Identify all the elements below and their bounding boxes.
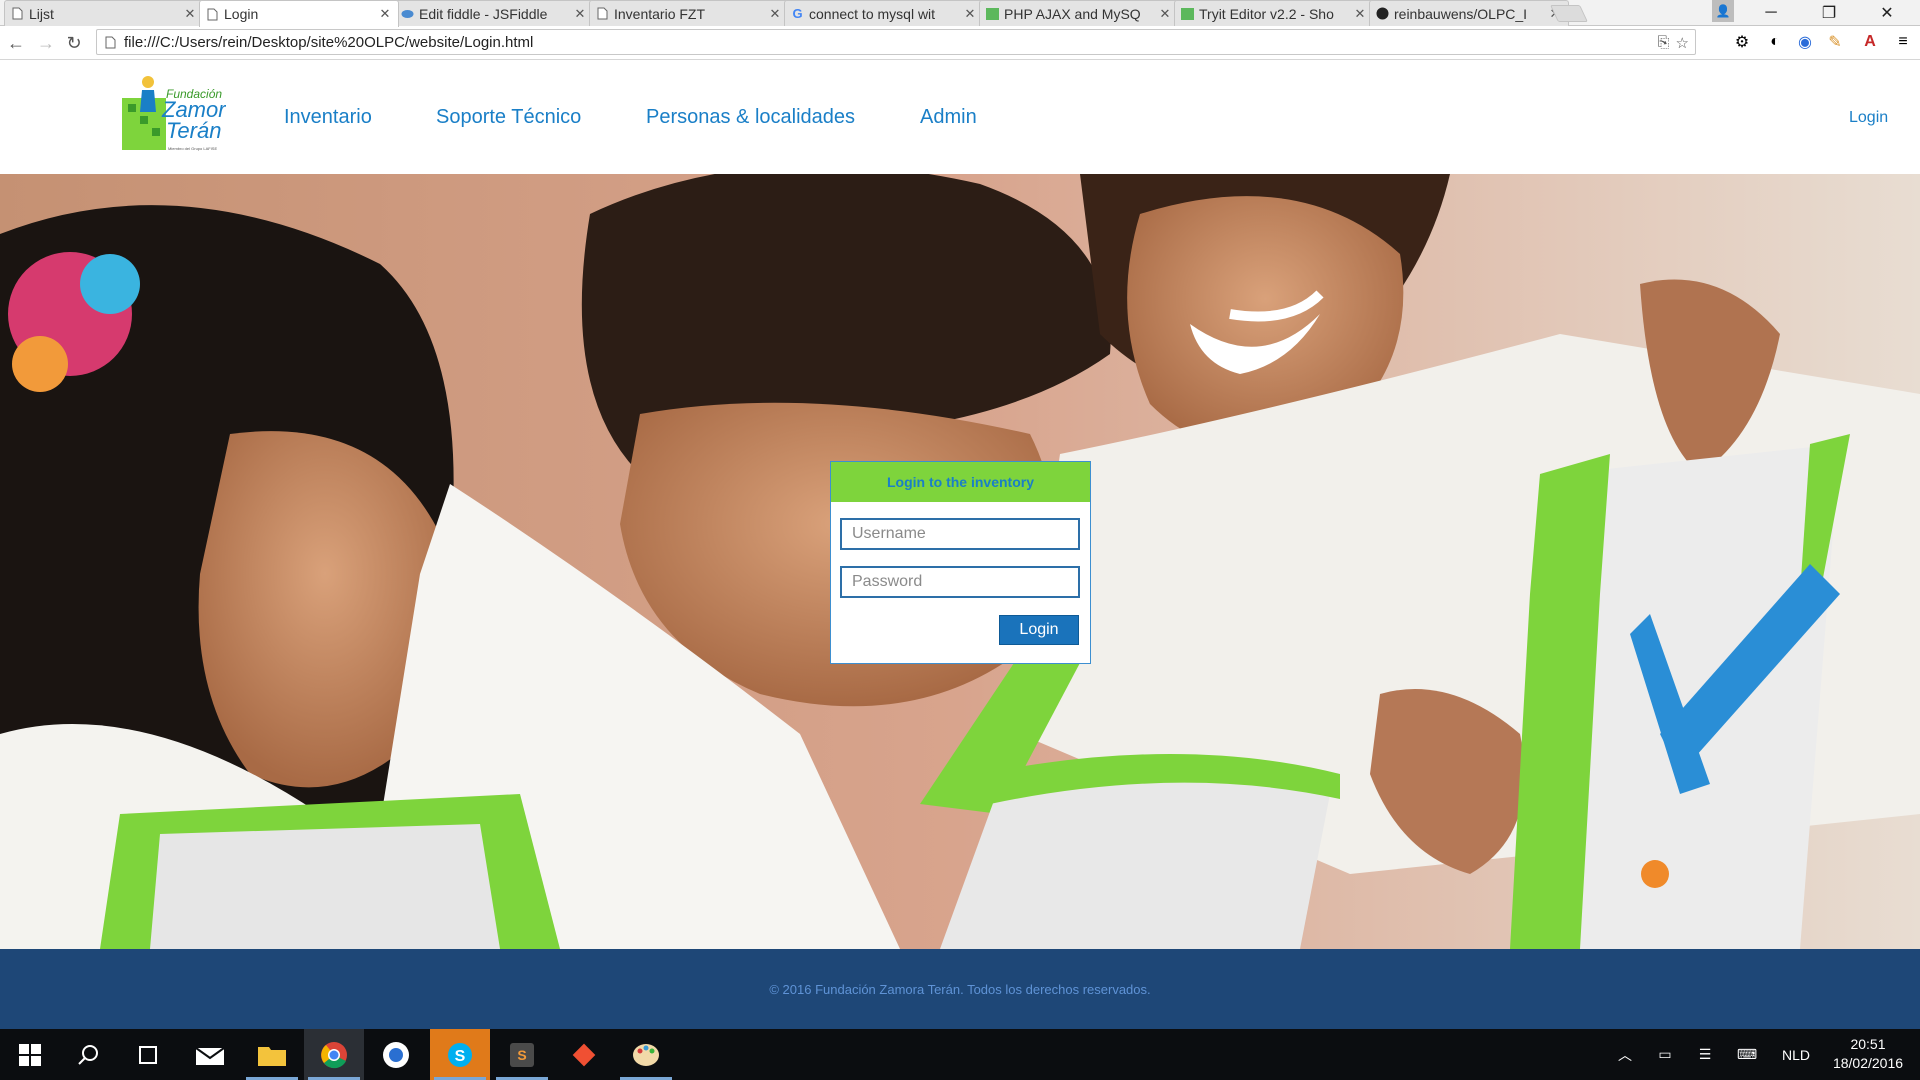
menu-icon[interactable]: ≡ [1893,32,1913,52]
copyright-text: © 2016 Fundación Zamora Terán. Todos los… [769,981,1151,997]
login-panel-title: Login to the inventory [831,462,1090,502]
svg-text:S: S [455,1048,466,1065]
start-button[interactable] [0,1029,60,1080]
page-icon [105,36,116,49]
svg-text:Miembro del Grupo LAFISE: Miembro del Grupo LAFISE [168,146,217,151]
restore-button[interactable]: ❐ [1806,0,1852,26]
git-icon[interactable] [554,1029,614,1080]
page-icon [206,7,219,21]
username-input[interactable] [840,518,1080,550]
header-login-link[interactable]: Login [1849,109,1888,127]
browser-tab-php-ajax[interactable]: PHP AJAX and MySQ ✕ [979,0,1179,26]
task-view-icon[interactable] [118,1029,178,1080]
browser-tab-strip: Lijst ✕ Login ✕ Edit fiddle - JSFiddle ✕… [0,0,1920,27]
site-footer: © 2016 Fundación Zamora Terán. Todos los… [0,949,1920,1029]
back-arrow-icon: ← [7,32,25,53]
mail-icon[interactable] [180,1029,240,1080]
page-icon [11,7,24,21]
reload-icon: ↻ [66,32,82,53]
search-icon[interactable] [58,1029,118,1080]
close-icon[interactable]: ✕ [1353,6,1367,22]
browser-tab-lijst[interactable]: Lijst ✕ [4,0,204,26]
browser-icon[interactable] [366,1029,426,1080]
profile-icon[interactable]: 👤 [1712,0,1734,22]
clock-date: 18/02/2016 [1832,1055,1904,1071]
browser-tab-tryit-editor[interactable]: Tryit Editor v2.2 - Sho ✕ [1174,0,1374,26]
onepassword-icon[interactable]: ◉ [1795,32,1815,52]
back-button[interactable]: ← [4,31,28,55]
nav-inventario[interactable]: Inventario [284,106,372,129]
nav-soporte-tecnico[interactable]: Soporte Técnico [436,106,581,129]
browser-tab-inventario[interactable]: Inventario FZT ✕ [589,0,789,26]
reload-button[interactable]: ↻ [62,31,86,55]
page-icon [596,7,609,21]
adobe-acrobat-icon[interactable]: A [1860,32,1880,52]
password-input[interactable] [840,566,1080,598]
close-icon[interactable]: ✕ [768,6,782,22]
close-window-button[interactable]: ✕ [1864,0,1910,26]
colorpick-icon[interactable]: ✎ [1825,32,1845,52]
chevron-up-icon[interactable]: ︿ [1610,1029,1640,1080]
minimize-button[interactable]: ─ [1748,0,1794,26]
sublime-text-icon[interactable]: S [492,1029,552,1080]
skype-icon[interactable]: S [430,1029,490,1080]
address-text: file:///C:/Users/rein/Desktop/site%20OLP… [124,33,534,51]
forward-button[interactable]: → [34,31,58,55]
github-icon [1376,7,1389,21]
translate-icon[interactable]: ⎘ [1658,34,1670,52]
gear-icon[interactable]: ⚙ [1732,32,1752,52]
browser-toolbar: ← → ↻ file:///C:/Users/rein/Desktop/site… [0,26,1920,60]
close-icon[interactable]: ✕ [183,6,197,22]
svg-text:Terán: Terán [166,118,221,143]
nav-admin[interactable]: Admin [920,106,977,129]
nav-personas-localidades[interactable]: Personas & localidades [646,106,855,129]
notifications-icon[interactable]: ☰ [1690,1029,1720,1080]
system-clock[interactable]: 20:51 18/02/2016 [1822,1035,1914,1073]
jsfiddle-icon [401,7,414,21]
close-icon[interactable]: ✕ [963,6,977,22]
close-icon[interactable]: ✕ [573,6,587,22]
site-logo[interactable]: Fundación Zamora Terán Miembro del Grupo… [120,72,238,156]
browser-tab-github[interactable]: reinbauwens/OLPC_I ✕ [1369,0,1569,26]
w3schools-icon [1181,7,1194,21]
address-bar[interactable]: file:///C:/Users/rein/Desktop/site%20OLP… [96,29,1696,55]
browser-tab-login[interactable]: Login ✕ [199,0,399,27]
browser-tab-jsfiddle[interactable]: Edit fiddle - JSFiddle ✕ [394,0,594,26]
forward-arrow-icon: → [37,32,55,53]
paint-icon[interactable] [616,1029,676,1080]
browser-tab-google-search[interactable]: G connect to mysql wit ✕ [784,0,984,26]
login-panel: Login to the inventory Login [830,461,1091,664]
bookmark-star-icon[interactable]: ☆ [1676,34,1689,52]
w3schools-icon [986,7,999,21]
windows-taskbar: S S ︿ ▭ ☰ ⌨ NLD 20:51 18/02/2016 [0,1029,1920,1080]
battery-icon[interactable]: ▭ [1650,1029,1680,1080]
windows-logo-icon [19,1043,41,1066]
login-button[interactable]: Login [999,615,1079,645]
ghostery-icon[interactable]: ◐ [1765,32,1785,52]
keyboard-icon[interactable]: ⌨ [1730,1029,1764,1080]
google-icon: G [792,6,803,21]
svg-text:S: S [517,1047,526,1063]
chrome-icon[interactable] [304,1029,364,1080]
language-indicator[interactable]: NLD [1776,1029,1816,1080]
file-explorer-icon[interactable] [242,1029,302,1080]
clock-time: 20:51 [1850,1036,1886,1052]
close-icon[interactable]: ✕ [1158,6,1172,22]
close-icon[interactable]: ✕ [378,6,392,22]
